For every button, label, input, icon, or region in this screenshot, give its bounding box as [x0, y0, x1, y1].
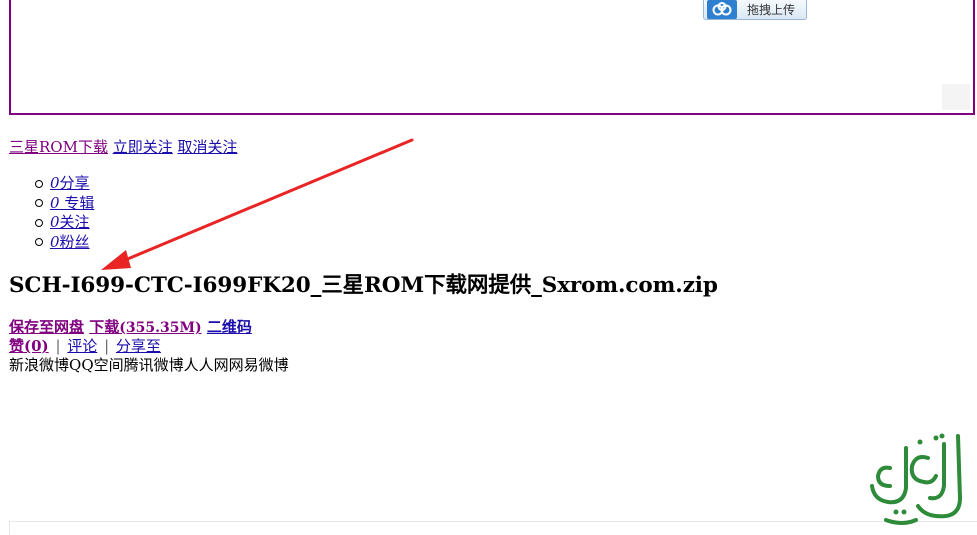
share-netease-weibo[interactable]: 网易微博	[229, 356, 289, 374]
upload-frame	[9, 0, 975, 115]
fans-link[interactable]: 0粉丝	[50, 233, 90, 253]
cloud-icon	[707, 0, 737, 19]
list-item: 0关注	[35, 213, 94, 233]
share-tencent-weibo[interactable]: 腾讯微博	[124, 356, 184, 374]
follow-bar: 三星ROM下载 立即关注 取消关注	[9, 136, 238, 157]
comment-link[interactable]: 评论	[67, 337, 97, 355]
list-item: 0 专辑	[35, 194, 94, 214]
drag-upload-button[interactable]: 拖拽上传	[703, 0, 807, 20]
calligraphy-watermark	[870, 433, 963, 525]
like-button[interactable]: 赞(0)	[9, 337, 49, 355]
upload-button-label: 拖拽上传	[747, 2, 796, 17]
file-title: SCH-I699-CTC-I699FK20_三星ROM下载网提供_Sxrom.c…	[9, 273, 718, 298]
share-to-link[interactable]: 分享至	[116, 337, 161, 355]
download-button[interactable]: 下载(355.35M)	[89, 318, 201, 336]
bullet-icon	[35, 179, 43, 188]
follow-now-link[interactable]: 立即关注	[113, 138, 173, 156]
unfollow-link[interactable]: 取消关注	[178, 138, 238, 156]
bullet-icon	[35, 218, 43, 227]
frame-corner	[942, 84, 970, 110]
user-link[interactable]: 三星ROM下载	[9, 138, 108, 156]
share-targets: 新浪微博QQ空间腾讯微博人人网网易微博	[9, 354, 289, 375]
file-actions: 保存至网盘 下载(355.35M) 二维码	[9, 316, 252, 337]
bullet-icon	[35, 238, 43, 247]
separator: |	[55, 337, 61, 355]
list-item: 0分享	[35, 174, 94, 194]
qrcode-button[interactable]: 二维码	[207, 318, 252, 336]
albums-link[interactable]: 0 专辑	[50, 194, 94, 214]
list-item: 0粉丝	[35, 233, 94, 253]
shares-link[interactable]: 0分享	[50, 174, 90, 194]
user-stats-list: 0分享 0 专辑 0关注 0粉丝	[35, 174, 94, 252]
file-size: (355.35M)	[119, 320, 202, 336]
following-link[interactable]: 0关注	[50, 213, 90, 233]
share-qzone[interactable]: QQ空间	[69, 356, 124, 374]
bullet-icon	[35, 199, 43, 208]
separator: |	[104, 337, 110, 355]
save-to-disk-button[interactable]: 保存至网盘	[9, 318, 84, 336]
share-renren[interactable]: 人人网	[184, 356, 229, 374]
share-weibo[interactable]: 新浪微博	[9, 356, 69, 374]
social-bar: 赞(0) | 评论 | 分享至	[9, 335, 161, 356]
